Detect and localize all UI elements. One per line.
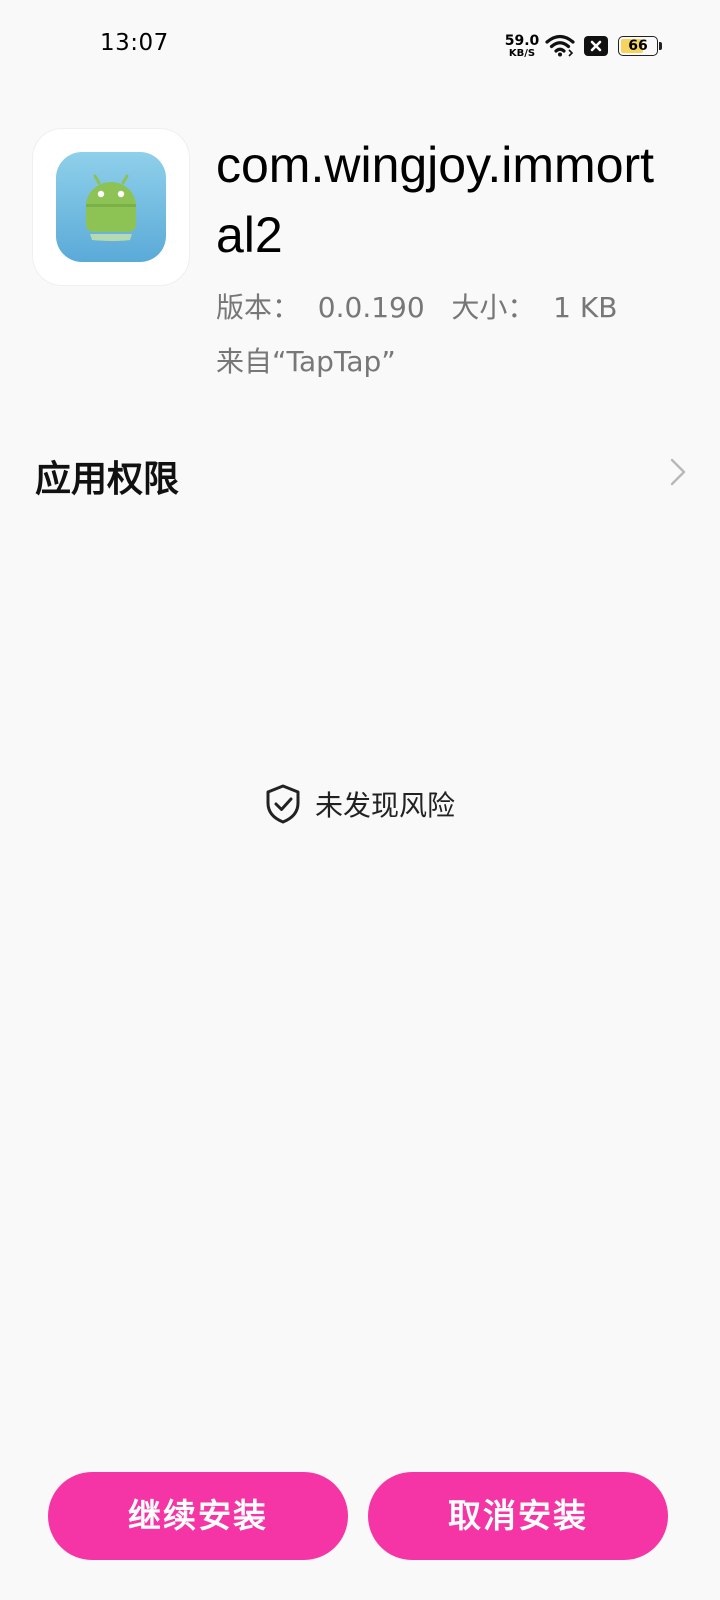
permissions-title[interactable]: 应用权限 (35, 450, 179, 502)
app-source: 来自“TapTap” (216, 345, 396, 378)
network-speed: 59.0 KB/S (502, 34, 542, 59)
security-status-text: 未发现风险 (314, 789, 455, 822)
app-package-name: com.wingjoy.immortal2 (216, 137, 655, 263)
continue-install-button[interactable]: 继续安装 (48, 1472, 348, 1560)
cancel-install-button[interactable]: 取消安装 (368, 1472, 668, 1560)
status-bar: 13:07 59.0 KB/S 66 (0, 0, 720, 96)
network-speed-unit: KB/S (508, 48, 536, 59)
battery-tip (659, 42, 662, 50)
close-badge-icon (584, 36, 608, 56)
app-icon (32, 128, 190, 286)
network-speed-value: 59.0 (504, 33, 540, 49)
android-robot-icon (86, 174, 136, 241)
app-icon-background (56, 152, 166, 262)
security-status: 未发现风险 (0, 782, 720, 826)
app-version-size: 版本： 0.0.190 大小： 1 KB (216, 291, 618, 324)
shield-check-icon (266, 784, 300, 824)
chevron-right-icon[interactable] (670, 458, 686, 486)
wifi-icon (545, 34, 575, 57)
battery-icon: 66 (618, 36, 664, 58)
status-time: 13:07 (100, 30, 169, 56)
battery-level: 66 (628, 38, 648, 54)
